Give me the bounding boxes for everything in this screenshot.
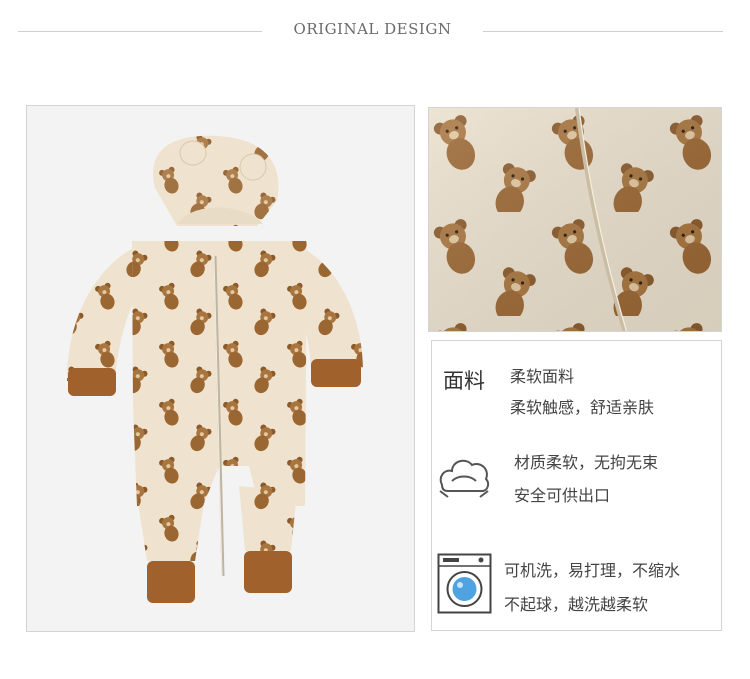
- fabric-feature-2: 柔软触感，舒适亲肤: [510, 398, 655, 417]
- washing-machine-icon: [437, 553, 492, 614]
- divider-left: [18, 31, 262, 32]
- divider-right: [483, 31, 723, 32]
- fabric-heading: 面料: [443, 369, 485, 393]
- product-photo-romper: [26, 105, 415, 632]
- fabric-feature-5: 可机洗，易打理，不缩水: [504, 561, 681, 580]
- cloud-icon: [436, 451, 492, 503]
- fabric-feature-1: 柔软面料: [510, 367, 575, 386]
- fabric-info-panel: 面料 柔软面料 柔软触感，舒适亲肤 材质柔软，无拘无束 安全可供出口 可机洗，易…: [431, 340, 722, 631]
- fabric-feature-4: 安全可供出口: [514, 486, 611, 505]
- fabric-feature-3: 材质柔软，无拘无束: [514, 453, 659, 472]
- banner-title: ORIGINAL DESIGN: [293, 20, 452, 38]
- fabric-feature-6: 不起球，越洗越柔软: [504, 595, 649, 614]
- fabric-closeup-photo: [428, 107, 722, 332]
